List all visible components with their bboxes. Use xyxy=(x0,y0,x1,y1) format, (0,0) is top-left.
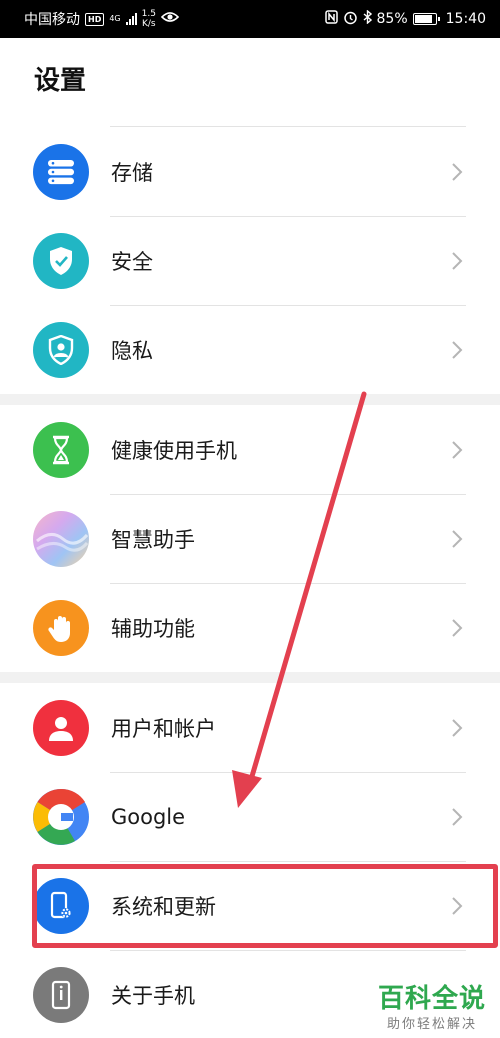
watermark: 百科全说 助你轻松解决 xyxy=(378,978,486,1032)
watermark-title: 百科全说 xyxy=(377,984,486,1014)
annotation-arrow xyxy=(232,391,367,808)
watermark-subtitle: 助你轻松解决 xyxy=(386,1017,477,1032)
